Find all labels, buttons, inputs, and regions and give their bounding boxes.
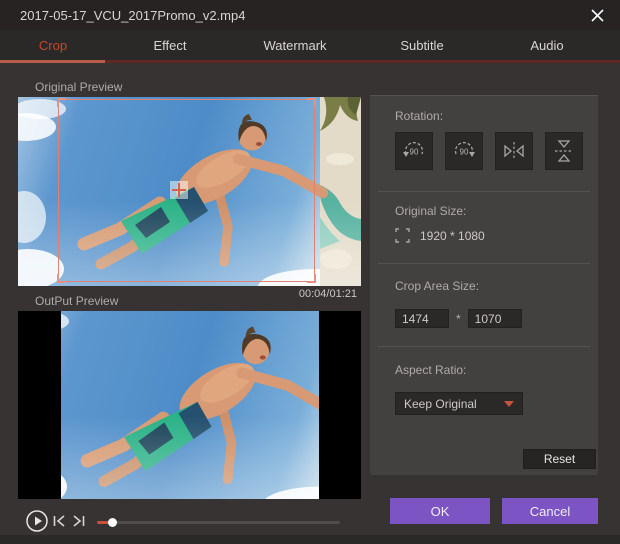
crop-size-inputs: * <box>395 309 522 328</box>
crop-move-handle[interactable] <box>170 181 188 199</box>
seek-slider[interactable] <box>97 521 340 524</box>
active-tab-indicator <box>0 60 105 63</box>
original-size-value: 1920 * 1080 <box>420 229 485 243</box>
crop-handle-bottom-right[interactable] <box>307 274 316 283</box>
output-preview-label: OutPut Preview <box>35 294 118 308</box>
crop-selection-rect[interactable] <box>58 99 315 282</box>
reset-button[interactable]: Reset <box>523 449 596 469</box>
rotation-label: Rotation: <box>395 109 443 123</box>
tab-crop-label: Crop <box>39 38 67 53</box>
crop-width-input[interactable] <box>395 309 449 328</box>
rotate-90-cw-icon: 90 <box>451 138 477 164</box>
window-title: 2017-05-17_VCU_2017Promo_v2.mp4 <box>20 8 586 23</box>
playback-controls <box>0 505 370 535</box>
flip-vertical-icon <box>551 138 577 164</box>
divider <box>378 191 590 192</box>
tab-audio-label: Audio <box>530 38 563 53</box>
tab-crop[interactable]: Crop <box>20 30 86 60</box>
output-preview <box>18 311 361 499</box>
dialog-bottom-edge <box>0 535 620 544</box>
chevron-down-icon <box>504 401 514 407</box>
flip-horizontal-button[interactable] <box>495 132 533 170</box>
crop-settings-panel: Rotation: 90 90 <box>370 95 598 475</box>
rotation-buttons: 90 90 <box>395 132 583 170</box>
tab-audio[interactable]: Audio <box>515 30 579 60</box>
original-size-row: 1920 * 1080 <box>395 228 485 243</box>
crop-handle-bottom-left[interactable] <box>57 274 66 283</box>
tab-subtitle-label: Subtitle <box>400 38 443 53</box>
tab-watermark-label: Watermark <box>263 38 326 53</box>
output-preview-image <box>61 311 319 499</box>
tab-effect[interactable]: Effect <box>135 30 205 60</box>
tab-subtitle[interactable]: Subtitle <box>385 30 459 60</box>
close-icon[interactable] <box>586 4 608 26</box>
original-size-label: Original Size: <box>395 204 466 218</box>
original-preview <box>18 97 361 286</box>
tab-effect-label: Effect <box>153 38 186 53</box>
crop-dialog: 2017-05-17_VCU_2017Promo_v2.mp4 Crop Eff… <box>0 0 620 544</box>
tab-watermark[interactable]: Watermark <box>255 30 335 60</box>
cancel-button[interactable]: Cancel <box>502 498 598 524</box>
crop-size-separator: * <box>456 312 461 326</box>
divider <box>378 346 590 347</box>
aspect-ratio-value: Keep Original <box>404 397 504 411</box>
tab-bar: Crop Effect Watermark Subtitle Audio <box>0 30 620 60</box>
ok-button[interactable]: OK <box>390 498 490 524</box>
tab-underline <box>0 60 620 63</box>
svg-text:90: 90 <box>410 148 419 157</box>
title-bar: 2017-05-17_VCU_2017Promo_v2.mp4 <box>0 0 620 30</box>
previous-frame-button[interactable] <box>51 509 67 533</box>
crop-handle-top-left[interactable] <box>57 98 66 107</box>
playback-timestamp: 00:04/01:21 <box>299 288 357 300</box>
aspect-ratio-label: Aspect Ratio: <box>395 363 466 377</box>
crop-height-input[interactable] <box>468 309 522 328</box>
crop-area-size-label: Crop Area Size: <box>395 279 479 293</box>
divider <box>378 263 590 264</box>
dimensions-icon <box>395 228 410 243</box>
play-button[interactable] <box>25 509 49 533</box>
svg-text:90: 90 <box>460 148 469 157</box>
flip-horizontal-icon <box>501 138 527 164</box>
rotate-90-cw-button[interactable]: 90 <box>445 132 483 170</box>
aspect-ratio-dropdown[interactable]: Keep Original <box>395 392 523 415</box>
original-preview-label: Original Preview <box>35 80 122 94</box>
seek-slider-handle[interactable] <box>108 518 117 527</box>
crop-handle-top-right[interactable] <box>307 98 316 107</box>
rotate-90-ccw-button[interactable]: 90 <box>395 132 433 170</box>
flip-vertical-button[interactable] <box>545 132 583 170</box>
next-frame-button[interactable] <box>71 509 87 533</box>
rotate-90-ccw-icon: 90 <box>401 138 427 164</box>
